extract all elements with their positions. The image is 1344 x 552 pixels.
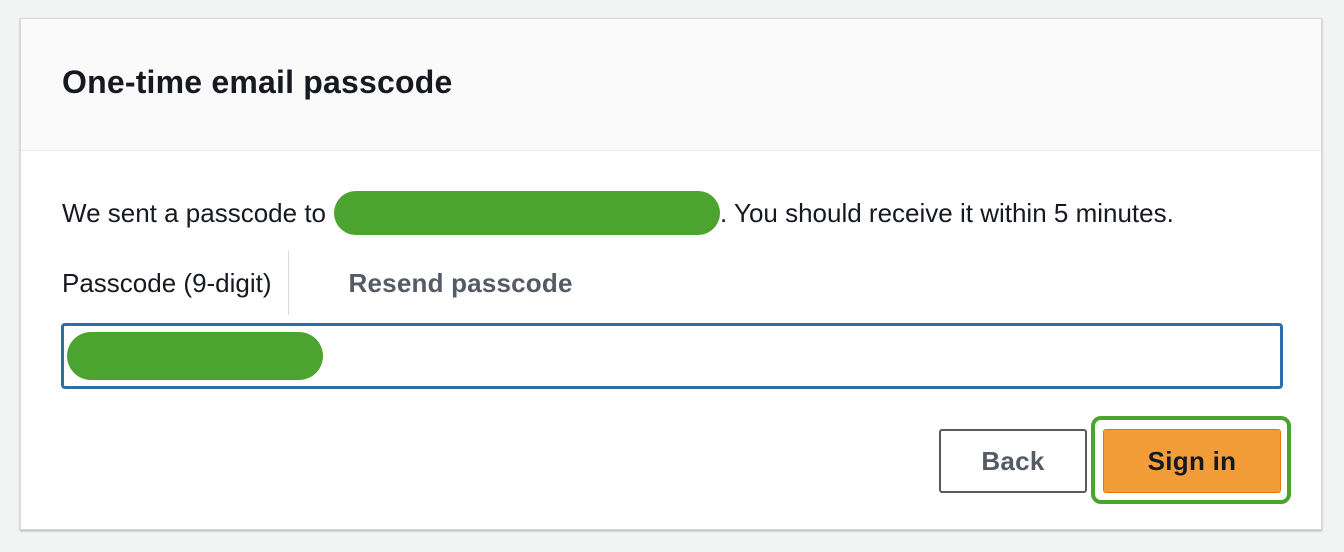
passcode-sent-message: We sent a passcode to . You should recei… xyxy=(62,191,1174,235)
message-prefix: We sent a passcode to xyxy=(62,198,327,228)
message-suffix: . You should receive it within 5 minutes… xyxy=(720,198,1174,228)
redacted-email xyxy=(334,191,721,235)
passcode-card: One-time email passcode We sent a passco… xyxy=(20,18,1322,530)
passcode-label: Passcode (9-digit) xyxy=(62,251,289,315)
back-button[interactable]: Back xyxy=(939,429,1087,493)
passcode-input-container xyxy=(61,323,1283,389)
card-header: One-time email passcode xyxy=(21,19,1321,151)
passcode-label-row: Passcode (9-digit) Resend passcode xyxy=(62,251,573,315)
passcode-input[interactable] xyxy=(64,326,1280,386)
page-title: One-time email passcode xyxy=(62,64,453,100)
sign-in-button[interactable]: Sign in xyxy=(1103,429,1281,493)
resend-passcode-link[interactable]: Resend passcode xyxy=(349,268,573,299)
